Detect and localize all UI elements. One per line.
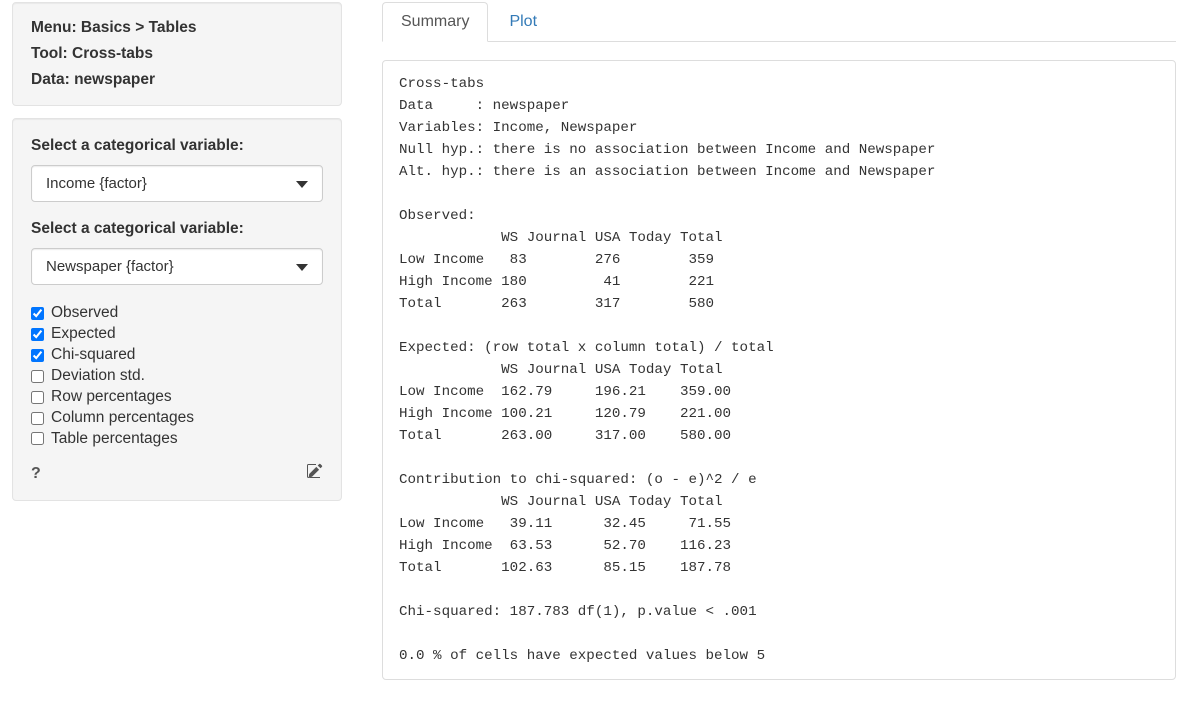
cbx-expected-label: Expected (51, 324, 116, 345)
cbx-observed[interactable]: Observed (31, 303, 323, 324)
cbx-tblpct-label: Table percentages (51, 429, 178, 450)
output-text: Cross-tabs Data : newspaper Variables: I… (399, 73, 1159, 667)
var2-label: Select a categorical variable: (31, 220, 323, 238)
cbx-tblpct[interactable]: Table percentages (31, 429, 323, 450)
cbx-observed-input[interactable] (31, 307, 44, 320)
cbx-rowpct-input[interactable] (31, 391, 44, 404)
cbx-colpct-label: Column percentages (51, 408, 194, 429)
cbx-rowpct-label: Row percentages (51, 387, 172, 408)
cbx-expected-input[interactable] (31, 328, 44, 341)
cbx-expected[interactable]: Expected (31, 324, 323, 345)
info-data: Data: newspaper (31, 71, 323, 89)
chevron-down-icon (296, 181, 308, 188)
controls-well: Select a categorical variable: Income {f… (12, 118, 342, 501)
cbx-deviation-input[interactable] (31, 370, 44, 383)
cbx-chi-label: Chi-squared (51, 345, 135, 366)
cbx-deviation[interactable]: Deviation std. (31, 366, 323, 387)
main: Summary Plot Cross-tabs Data : newspaper… (382, 2, 1176, 680)
info-menu: Menu: Basics > Tables (31, 19, 323, 37)
cbx-tblpct-input[interactable] (31, 432, 44, 445)
var1-label: Select a categorical variable: (31, 137, 323, 155)
cbx-chi-input[interactable] (31, 349, 44, 362)
var1-select-value: Income {factor} (46, 175, 147, 192)
cbx-colpct[interactable]: Column percentages (31, 408, 323, 429)
edit-icon (307, 463, 323, 479)
output-panel: Cross-tabs Data : newspaper Variables: I… (382, 60, 1176, 680)
cbx-chi[interactable]: Chi-squared (31, 345, 323, 366)
tab-plot[interactable]: Plot (490, 2, 556, 42)
edit-button[interactable] (307, 463, 323, 484)
var1-select[interactable]: Income {factor} (31, 165, 323, 202)
chevron-down-icon (296, 264, 308, 271)
var2-select-value: Newspaper {factor} (46, 258, 174, 275)
tab-summary[interactable]: Summary (382, 2, 488, 42)
tabs: Summary Plot (382, 2, 1176, 42)
info-tool: Tool: Cross-tabs (31, 45, 323, 63)
cbx-deviation-label: Deviation std. (51, 366, 145, 387)
cbx-rowpct[interactable]: Row percentages (31, 387, 323, 408)
cbx-colpct-input[interactable] (31, 412, 44, 425)
cbx-observed-label: Observed (51, 303, 118, 324)
help-button[interactable]: ? (31, 465, 41, 483)
sidebar: Menu: Basics > Tables Tool: Cross-tabs D… (12, 2, 342, 680)
var2-select[interactable]: Newspaper {factor} (31, 248, 323, 285)
info-well: Menu: Basics > Tables Tool: Cross-tabs D… (12, 2, 342, 106)
